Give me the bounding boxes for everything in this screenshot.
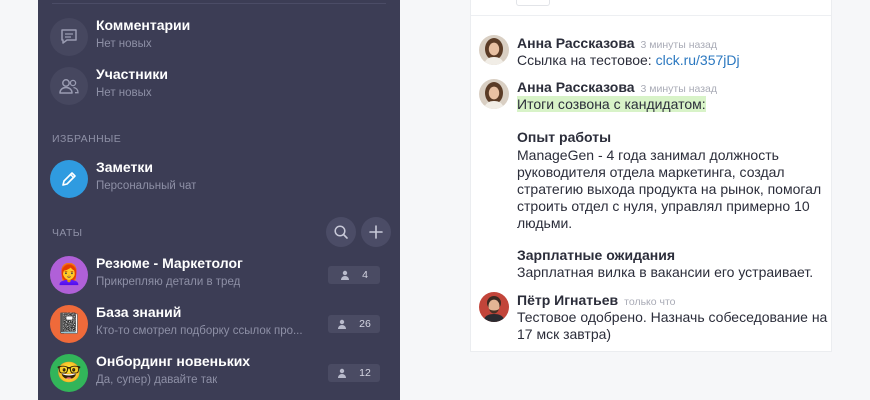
add-chat-button[interactable] bbox=[361, 217, 391, 247]
chat-item-knowledge-base[interactable]: 📓 База знаний Кто-то смотрел подборку сс… bbox=[50, 303, 390, 349]
sidebar-item-label: Комментарии bbox=[96, 17, 191, 33]
sidebar: Комментарии Нет новых Участники Нет новы… bbox=[38, 0, 400, 400]
sidebar-divider bbox=[52, 0, 386, 4]
author-name[interactable]: Анна Рассказова bbox=[517, 35, 635, 51]
search-chats-button[interactable] bbox=[326, 217, 356, 247]
sidebar-item-label: Участники bbox=[96, 66, 168, 82]
chat-item-preview: Да, супер) давайте так bbox=[96, 374, 218, 386]
sidebar-item-label: Заметки bbox=[96, 159, 153, 175]
person-icon bbox=[338, 368, 347, 378]
message-paragraph: ManageGen - 4 года занимал должность рук… bbox=[517, 147, 822, 231]
comment-icon bbox=[50, 18, 88, 56]
message-author: Пётр Игнатьев только что bbox=[517, 292, 676, 308]
sidebar-item-sub: Персональный чат bbox=[96, 180, 197, 192]
chat-topbar bbox=[471, 0, 831, 16]
avatar bbox=[479, 292, 509, 322]
members-badge: 26 bbox=[328, 315, 380, 333]
message-paragraph: Зарплатная вилка в вакансии его устраива… bbox=[517, 264, 814, 280]
message-link[interactable]: clck.ru/357jDj bbox=[656, 52, 740, 68]
chat-item-preview: Прикрепляю детали в тред bbox=[96, 276, 241, 288]
people-icon bbox=[50, 67, 88, 105]
message-text: Итоги созвона с кандидатом: bbox=[517, 96, 829, 113]
author-name[interactable]: Пётр Игнатьев bbox=[517, 292, 618, 308]
notebook-emoji-icon: 📓 bbox=[56, 313, 82, 335]
chat-avatar: 🤓 bbox=[50, 354, 88, 392]
chat-item-preview: Кто-то смотрел подборку ссылок про... bbox=[96, 325, 303, 337]
section-heading: Опыт работы bbox=[517, 129, 612, 145]
members-count: 26 bbox=[359, 318, 371, 330]
chat-avatar: 📓 bbox=[50, 305, 88, 343]
message-text: Тестовое одобрено. Назначь собеседование… bbox=[517, 309, 828, 342]
chat-panel: Анна Рассказова 3 минуты назад Ссылка на … bbox=[470, 0, 832, 352]
highlighted-text: Итоги созвона с кандидатом: bbox=[517, 96, 706, 112]
search-icon bbox=[334, 225, 348, 239]
message-author: Анна Рассказова 3 минуты назад bbox=[517, 79, 717, 95]
sidebar-item-notes[interactable]: Заметки Персональный чат bbox=[50, 158, 390, 204]
app-root: Комментарии Нет новых Участники Нет новы… bbox=[0, 0, 870, 400]
nerd-emoji-icon: 🤓 bbox=[56, 362, 82, 384]
favorites-section-label: ИЗБРАННЫЕ bbox=[52, 133, 122, 145]
plus-icon bbox=[369, 225, 383, 239]
avatar bbox=[479, 79, 509, 109]
chat-item-label: Онбординг новеньких bbox=[96, 353, 251, 369]
message-time: только что bbox=[624, 296, 676, 308]
message-time: 3 минуты назад bbox=[640, 83, 718, 95]
woman-emoji-icon: 👩‍🦰 bbox=[56, 264, 82, 286]
person-icon bbox=[341, 270, 350, 280]
pencil-icon bbox=[50, 160, 88, 198]
sidebar-item-sub: Нет новых bbox=[96, 87, 152, 99]
chats-section-label: ЧАТЫ bbox=[52, 227, 83, 239]
chat-avatar: 👩‍🦰 bbox=[50, 256, 88, 294]
section-heading: Зарплатные ожидания bbox=[517, 247, 675, 263]
author-name[interactable]: Анна Рассказова bbox=[517, 79, 635, 95]
sidebar-item-members[interactable]: Участники Нет новых bbox=[50, 65, 390, 111]
sidebar-item-comments[interactable]: Комментарии Нет новых bbox=[50, 16, 390, 62]
chat-item-label: База знаний bbox=[96, 304, 182, 320]
chat-item-resume[interactable]: 👩‍🦰 Резюме - Маркетолог Прикрепляю детал… bbox=[50, 254, 390, 300]
chat-item-label: Резюме - Маркетолог bbox=[96, 255, 243, 271]
members-badge: 12 bbox=[328, 364, 380, 382]
message-text-prefix: Ссылка на тестовое: bbox=[517, 52, 656, 68]
members-count: 12 bbox=[359, 367, 371, 379]
load-more-button[interactable] bbox=[516, 0, 550, 6]
members-count: 4 bbox=[362, 269, 368, 281]
chat-item-onboarding[interactable]: 🤓 Онбординг новеньких Да, супер) давайте… bbox=[50, 352, 390, 398]
avatar bbox=[479, 35, 509, 65]
message-time: 3 минуты назад bbox=[640, 39, 718, 51]
message-author: Анна Рассказова 3 минуты назад bbox=[517, 35, 717, 51]
sidebar-item-sub: Нет новых bbox=[96, 38, 152, 50]
members-badge: 4 bbox=[328, 266, 380, 284]
person-icon bbox=[338, 319, 347, 329]
message-text: Ссылка на тестовое: clck.ru/357jDj bbox=[517, 52, 829, 69]
